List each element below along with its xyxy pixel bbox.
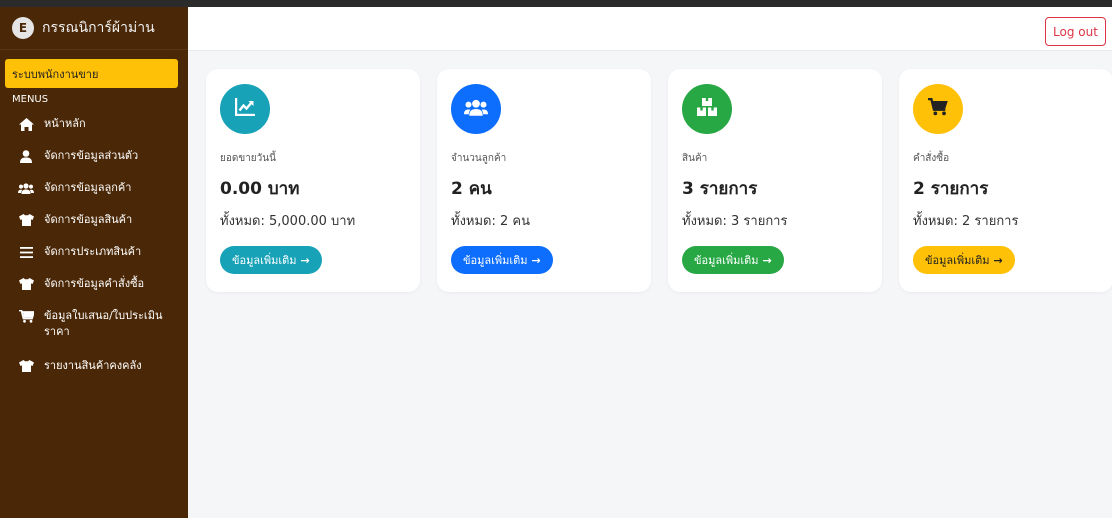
sidebar-item-profile[interactable]: จัดการข้อมูลส่วนตัว bbox=[0, 142, 188, 174]
users-icon bbox=[464, 99, 488, 120]
sidebar-menu: หน้าหลัก จัดการข้อมูลส่วนตัว จัดการข้อมู… bbox=[0, 110, 188, 384]
brand-name: กรรณนิการ์ผ้าม่าน bbox=[42, 20, 155, 36]
card-icon-circle bbox=[913, 84, 963, 134]
card-title: จำนวนลูกค้า bbox=[451, 153, 507, 164]
orders-card: คำสั่งซื้อ 2 รายการ ทั้งหมด: 2 รายการ ข้… bbox=[899, 69, 1112, 292]
logout-button[interactable]: Log out bbox=[1045, 17, 1106, 46]
arrow-right-icon: → bbox=[762, 253, 772, 267]
card-title: ยอดขายวันนี้ bbox=[220, 153, 276, 164]
card-icon-circle bbox=[451, 84, 501, 134]
sidebar-item-categories[interactable]: จัดการประเภทสินค้า bbox=[0, 238, 188, 270]
sidebar-item-customers[interactable]: จัดการข้อมูลลูกค้า bbox=[0, 174, 188, 206]
button-label: ข้อมูลเพิ่มเติม bbox=[694, 254, 759, 267]
more-info-button[interactable]: ข้อมูลเพิ่มเติม → bbox=[451, 246, 553, 274]
card-value: 2 คน bbox=[451, 179, 492, 199]
sidebar-item-inventory-report[interactable]: รายงานสินค้าคงคลัง bbox=[0, 352, 188, 384]
cart-plus-icon bbox=[18, 308, 34, 324]
button-label: ข้อมูลเพิ่มเติม bbox=[232, 254, 297, 267]
sidebar-item-home[interactable]: หน้าหลัก bbox=[0, 110, 188, 142]
top-strip bbox=[0, 0, 1112, 7]
sidebar-item-products[interactable]: จัดการข้อมูลสินค้า bbox=[0, 206, 188, 238]
card-total: ทั้งหมด: 2 รายการ bbox=[913, 214, 1019, 229]
sidebar-item-label: จัดการข้อมูลลูกค้า bbox=[44, 181, 132, 194]
chart-line-icon bbox=[235, 98, 255, 120]
brand[interactable]: E กรรณนิการ์ผ้าม่าน bbox=[0, 7, 188, 50]
card-title: สินค้า bbox=[682, 153, 708, 164]
card-total: ทั้งหมด: 5,000.00 บาท bbox=[220, 214, 356, 229]
button-label: ข้อมูลเพิ่มเติม bbox=[925, 254, 990, 267]
products-card: สินค้า 3 รายการ ทั้งหมด: 3 รายการ ข้อมูล… bbox=[668, 69, 882, 292]
sidebar-item-label: ข้อมูลใบเสนอ/ใบประเมินราคา bbox=[44, 309, 163, 338]
card-icon-circle bbox=[220, 84, 270, 134]
cart-icon bbox=[928, 97, 948, 120]
shirt-icon bbox=[18, 358, 34, 374]
arrow-right-icon: → bbox=[993, 253, 1003, 267]
card-value: 0.00 บาท bbox=[220, 179, 300, 199]
dashboard-cards: ยอดขายวันนี้ 0.00 บาท ทั้งหมด: 5,000.00 … bbox=[206, 69, 1112, 292]
card-value: 2 รายการ bbox=[913, 179, 989, 199]
sidebar-item-label: รายงานสินค้าคงคลัง bbox=[44, 359, 142, 372]
home-icon bbox=[18, 116, 34, 132]
more-info-button[interactable]: ข้อมูลเพิ่มเติม → bbox=[682, 246, 784, 274]
card-icon-circle bbox=[682, 84, 732, 134]
role-badge[interactable]: ระบบพนักงานขาย bbox=[5, 59, 178, 88]
sidebar-item-quotations[interactable]: ข้อมูลใบเสนอ/ใบประเมินราคา bbox=[0, 302, 188, 352]
sidebar-item-label: หน้าหลัก bbox=[44, 117, 86, 130]
sidebar: E กรรณนิการ์ผ้าม่าน ระบบพนักงานขาย MENUS… bbox=[0, 7, 188, 518]
button-label: ข้อมูลเพิ่มเติม bbox=[463, 254, 528, 267]
list-icon bbox=[18, 244, 34, 260]
shirt-icon bbox=[18, 276, 34, 292]
arrow-right-icon: → bbox=[531, 253, 541, 267]
arrow-right-icon: → bbox=[300, 253, 310, 267]
card-value: 3 รายการ bbox=[682, 179, 758, 199]
card-total: ทั้งหมด: 2 คน bbox=[451, 214, 530, 229]
more-info-button[interactable]: ข้อมูลเพิ่มเติม → bbox=[220, 246, 322, 274]
sidebar-item-label: จัดการข้อมูลสินค้า bbox=[44, 213, 133, 226]
user-icon bbox=[18, 148, 34, 164]
more-info-button[interactable]: ข้อมูลเพิ่มเติม → bbox=[913, 246, 1015, 274]
card-total: ทั้งหมด: 3 รายการ bbox=[682, 214, 788, 229]
sidebar-item-label: จัดการข้อมูลส่วนตัว bbox=[44, 149, 139, 162]
brand-logo: E bbox=[12, 17, 34, 39]
card-title: คำสั่งซื้อ bbox=[913, 153, 950, 164]
sidebar-item-label: จัดการประเภทสินค้า bbox=[44, 245, 142, 258]
shirt-icon bbox=[18, 212, 34, 228]
top-header: Log out bbox=[188, 7, 1112, 51]
sidebar-item-label: จัดการข้อมูลคำสั่งซื้อ bbox=[44, 277, 145, 290]
sidebar-item-orders[interactable]: จัดการข้อมูลคำสั่งซื้อ bbox=[0, 270, 188, 302]
customers-card: จำนวนลูกค้า 2 คน ทั้งหมด: 2 คน ข้อมูลเพิ… bbox=[437, 69, 651, 292]
sales-today-card: ยอดขายวันนี้ 0.00 บาท ทั้งหมด: 5,000.00 … bbox=[206, 69, 420, 292]
boxes-icon bbox=[697, 98, 717, 120]
users-icon bbox=[18, 180, 34, 196]
menus-heading: MENUS bbox=[12, 94, 49, 105]
